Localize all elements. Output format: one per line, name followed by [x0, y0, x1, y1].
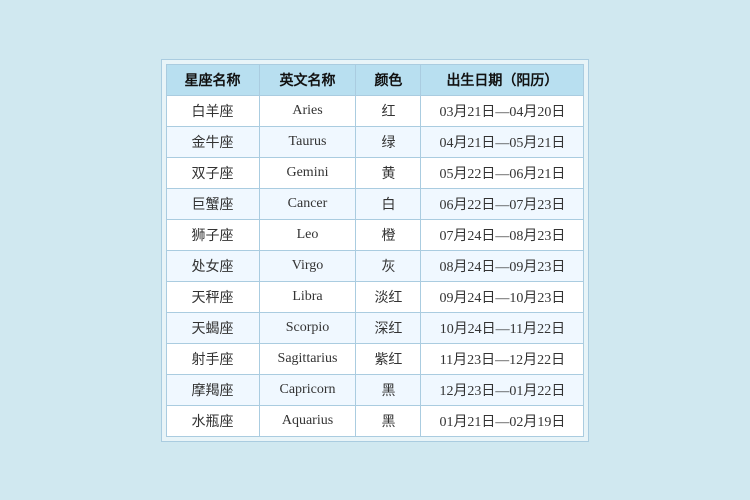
table-row: 摩羯座Capricorn黑12月23日—01月22日: [166, 374, 584, 405]
cell-date: 07月24日—08月23日: [421, 219, 584, 250]
cell-color: 红: [356, 95, 421, 126]
table-row: 天秤座Libra淡红09月24日—10月23日: [166, 281, 584, 312]
cell-date: 08月24日—09月23日: [421, 250, 584, 281]
cell-chinese-name: 处女座: [166, 250, 259, 281]
cell-date: 03月21日—04月20日: [421, 95, 584, 126]
cell-english-name: Cancer: [259, 188, 356, 219]
table-row: 处女座Virgo灰08月24日—09月23日: [166, 250, 584, 281]
cell-english-name: Sagittarius: [259, 343, 356, 374]
cell-english-name: Virgo: [259, 250, 356, 281]
cell-english-name: Aquarius: [259, 405, 356, 436]
cell-english-name: Libra: [259, 281, 356, 312]
cell-color: 黄: [356, 157, 421, 188]
cell-date: 01月21日—02月19日: [421, 405, 584, 436]
cell-color: 深红: [356, 312, 421, 343]
cell-english-name: Leo: [259, 219, 356, 250]
cell-chinese-name: 巨蟹座: [166, 188, 259, 219]
header-english-name: 英文名称: [259, 64, 356, 95]
cell-chinese-name: 金牛座: [166, 126, 259, 157]
cell-date: 04月21日—05月21日: [421, 126, 584, 157]
cell-chinese-name: 狮子座: [166, 219, 259, 250]
table-row: 双子座Gemini黄05月22日—06月21日: [166, 157, 584, 188]
cell-chinese-name: 白羊座: [166, 95, 259, 126]
cell-color: 淡红: [356, 281, 421, 312]
cell-date: 10月24日—11月22日: [421, 312, 584, 343]
cell-english-name: Taurus: [259, 126, 356, 157]
table-row: 射手座Sagittarius紫红11月23日—12月22日: [166, 343, 584, 374]
cell-chinese-name: 水瓶座: [166, 405, 259, 436]
header-date: 出生日期（阳历）: [421, 64, 584, 95]
cell-chinese-name: 天秤座: [166, 281, 259, 312]
header-color: 颜色: [356, 64, 421, 95]
cell-color: 白: [356, 188, 421, 219]
cell-date: 12月23日—01月22日: [421, 374, 584, 405]
zodiac-table-container: 星座名称 英文名称 颜色 出生日期（阳历） 白羊座Aries红03月21日—04…: [161, 59, 590, 442]
cell-chinese-name: 天蝎座: [166, 312, 259, 343]
table-header-row: 星座名称 英文名称 颜色 出生日期（阳历）: [166, 64, 584, 95]
cell-date: 09月24日—10月23日: [421, 281, 584, 312]
table-row: 天蝎座Scorpio深红10月24日—11月22日: [166, 312, 584, 343]
cell-date: 06月22日—07月23日: [421, 188, 584, 219]
cell-chinese-name: 双子座: [166, 157, 259, 188]
table-row: 巨蟹座Cancer白06月22日—07月23日: [166, 188, 584, 219]
cell-chinese-name: 射手座: [166, 343, 259, 374]
cell-chinese-name: 摩羯座: [166, 374, 259, 405]
table-row: 水瓶座Aquarius黑01月21日—02月19日: [166, 405, 584, 436]
table-row: 狮子座Leo橙07月24日—08月23日: [166, 219, 584, 250]
cell-color: 橙: [356, 219, 421, 250]
cell-english-name: Aries: [259, 95, 356, 126]
table-row: 白羊座Aries红03月21日—04月20日: [166, 95, 584, 126]
cell-color: 紫红: [356, 343, 421, 374]
cell-color: 灰: [356, 250, 421, 281]
table-row: 金牛座Taurus绿04月21日—05月21日: [166, 126, 584, 157]
cell-date: 05月22日—06月21日: [421, 157, 584, 188]
cell-english-name: Scorpio: [259, 312, 356, 343]
cell-english-name: Capricorn: [259, 374, 356, 405]
cell-english-name: Gemini: [259, 157, 356, 188]
cell-date: 11月23日—12月22日: [421, 343, 584, 374]
cell-color: 黑: [356, 374, 421, 405]
cell-color: 绿: [356, 126, 421, 157]
cell-color: 黑: [356, 405, 421, 436]
zodiac-table: 星座名称 英文名称 颜色 出生日期（阳历） 白羊座Aries红03月21日—04…: [166, 64, 585, 437]
header-chinese-name: 星座名称: [166, 64, 259, 95]
